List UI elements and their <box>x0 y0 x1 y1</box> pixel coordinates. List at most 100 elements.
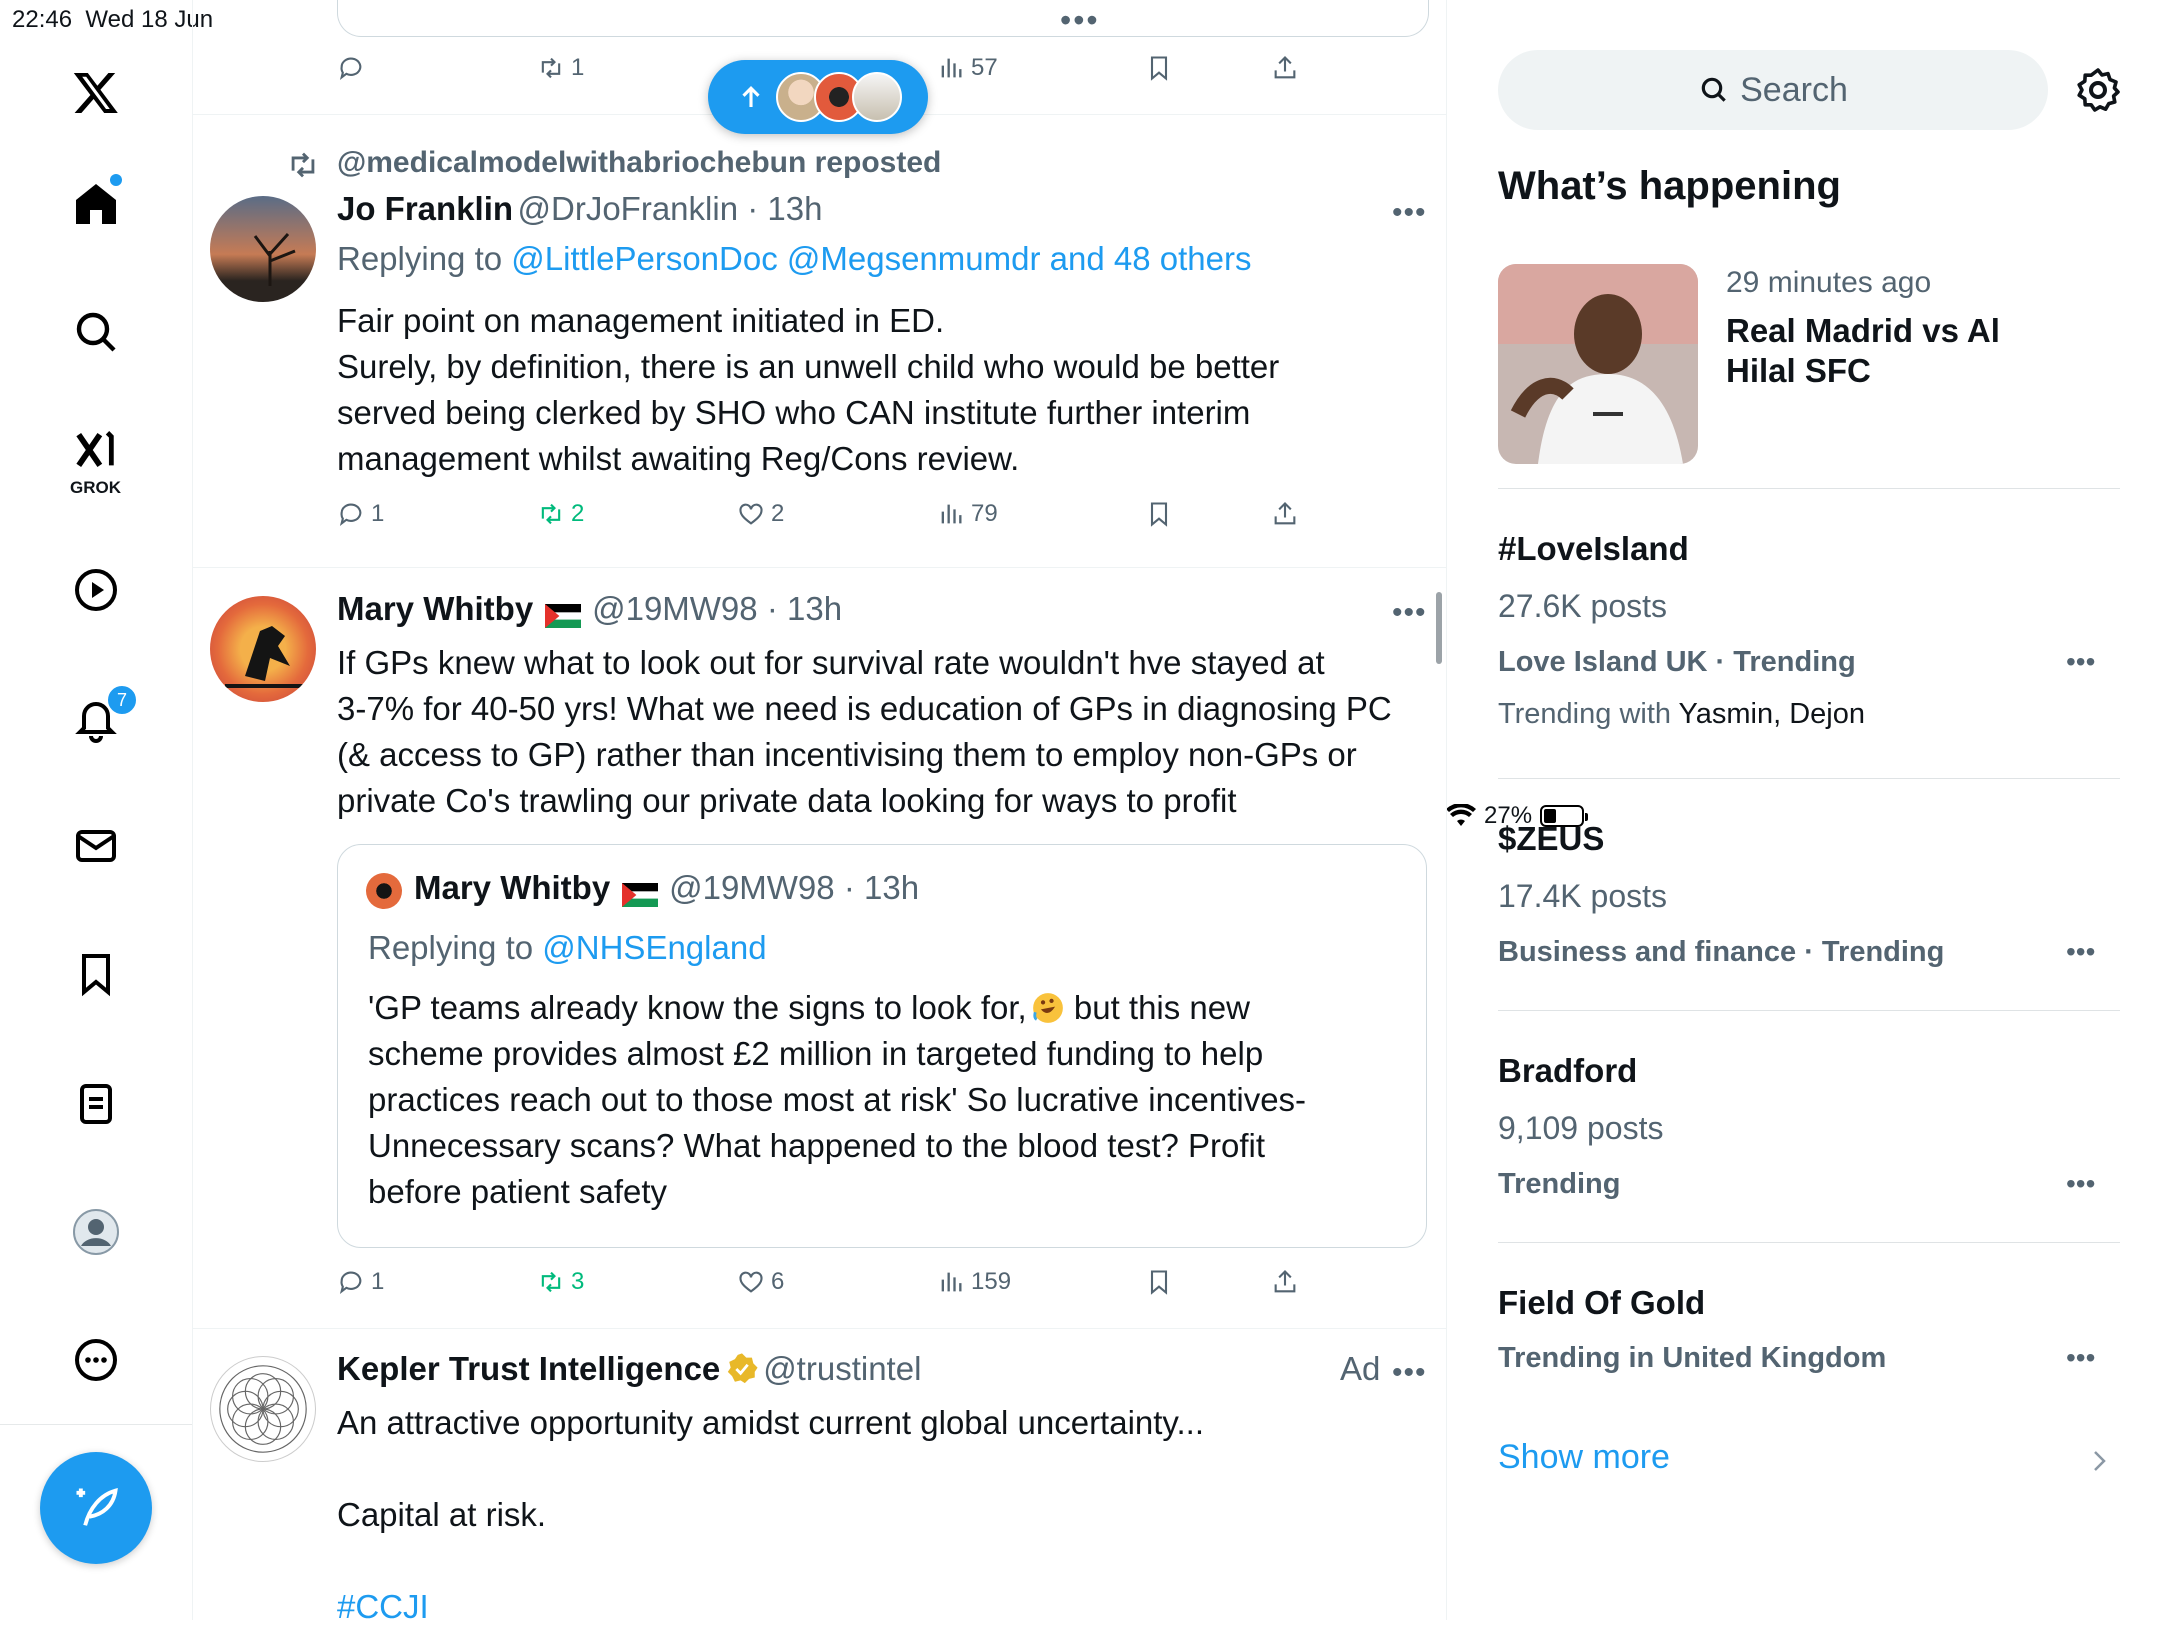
trend-divider <box>1498 778 2120 779</box>
post-more-icon[interactable]: ••• <box>1392 196 1427 230</box>
post-header: Jo Franklin @DrJoFranklin · 13h <box>337 190 823 227</box>
jo-franklin-avatar[interactable] <box>210 196 316 302</box>
share-button[interactable] <box>1271 500 1299 528</box>
share-button[interactable] <box>1271 1268 1299 1296</box>
settings-gear-icon[interactable] <box>2074 66 2124 116</box>
compose-post-button[interactable] <box>40 1452 152 1564</box>
show-more-link[interactable]: Show more <box>1498 1438 1670 1477</box>
trend-divider <box>1498 488 2120 489</box>
trend-name: #LoveIsland <box>1498 530 1689 567</box>
quoted-post-header: Mary Whitby @19MW98 · 13h <box>414 869 920 907</box>
trend-more-icon[interactable]: ••• <box>2066 646 2095 678</box>
trend-name: Bradford <box>1498 1052 1638 1089</box>
post-header: Kepler Trust Intelligence @trustintel <box>337 1350 921 1388</box>
views-chart-icon <box>941 504 962 524</box>
hashtag-link[interactable]: #CCJI <box>337 1588 429 1620</box>
bookmarks-icon[interactable] <box>66 944 126 1004</box>
views-button[interactable]: 79 <box>937 500 998 528</box>
like-button[interactable]: 6 <box>737 1268 784 1296</box>
ad-label: Ad <box>1340 1350 1381 1387</box>
mary-whitby-avatar[interactable] <box>210 596 316 702</box>
like-button[interactable]: 2 <box>737 500 784 528</box>
author-handle[interactable]: @trustintel <box>763 1350 921 1387</box>
bookmark-button[interactable] <box>1145 500 1173 528</box>
retweet-icon <box>541 57 561 79</box>
home-icon[interactable] <box>66 174 126 234</box>
repost-icon <box>291 152 315 178</box>
quoted-post[interactable]: Mary Whitby @19MW98 · 13h Replying to @N… <box>337 844 1427 1248</box>
trend-more-icon[interactable]: ••• <box>2066 936 2095 968</box>
author-handle[interactable]: @DrJoFranklin <box>518 190 739 227</box>
new-posts-pill[interactable] <box>708 60 928 134</box>
quoted-author-avatar <box>366 873 402 909</box>
retweet-button[interactable]: 1 <box>537 54 584 82</box>
quoted-replying-to-link[interactable]: @NHSEngland <box>542 929 766 966</box>
reply-button[interactable] <box>337 54 365 82</box>
retweet-button[interactable]: 2 <box>537 500 584 528</box>
explore-search-icon[interactable] <box>66 302 126 362</box>
author-handle[interactable]: @19MW98 <box>592 590 758 627</box>
post-time[interactable]: 13h <box>787 590 842 627</box>
featured-trend-time: 29 minutes ago <box>1726 266 1932 299</box>
notifications-badge: 7 <box>106 684 138 716</box>
trend-more-icon[interactable]: ••• <box>2066 1342 2095 1374</box>
notifications-bell-icon[interactable]: 7 <box>66 684 138 750</box>
trend-divider <box>1498 1010 2120 1011</box>
x-logo-icon[interactable] <box>66 62 126 122</box>
quoted-replying-to: Replying to @NHSEngland <box>368 929 767 966</box>
author-name[interactable]: Kepler Trust Intelligence <box>337 1350 720 1387</box>
whats-happening-heading: What’s happening <box>1498 164 1841 208</box>
post-time[interactable]: 13h <box>767 190 822 227</box>
bookmark-button[interactable] <box>1145 1268 1173 1296</box>
profile-avatar-icon[interactable] <box>66 1202 126 1262</box>
views-button[interactable]: 159 <box>937 1268 1011 1296</box>
quoted-post-time: 13h <box>863 869 920 906</box>
post-actions: 1 3 6 159 <box>337 1268 1337 1308</box>
post-more-icon[interactable]: ••• <box>1392 1356 1427 1390</box>
heart-icon <box>739 503 763 525</box>
lists-icon[interactable] <box>66 1074 126 1134</box>
kepler-avatar[interactable] <box>210 1356 316 1462</box>
video-play-icon[interactable] <box>66 560 126 620</box>
replying-to-links[interactable]: @LittlePersonDoc @Megsenmumdr and 48 oth… <box>511 240 1251 277</box>
retweet-button[interactable]: 3 <box>537 1268 584 1296</box>
more-options-icon[interactable] <box>66 1330 126 1390</box>
previous-post-more-icon[interactable]: ••• <box>1060 2 1100 39</box>
trend-name: $ZEUS <box>1498 820 1605 857</box>
post-header: Mary Whitby @19MW98 · 13h <box>337 590 843 628</box>
timeline-feed: ••• 1 57 @medicalmodelwithabriochebun re… <box>192 0 1447 1620</box>
author-name[interactable]: Mary Whitby <box>337 590 533 627</box>
feed-scrollbar[interactable] <box>1436 592 1442 664</box>
previous-post-card[interactable] <box>337 0 1429 37</box>
palestine-flag-icon <box>544 603 581 628</box>
replying-to: Replying to @LittlePersonDoc @Megsenmumd… <box>337 240 1252 277</box>
chevron-right-icon[interactable] <box>2088 1446 2112 1476</box>
bookmark-icon <box>1150 502 1168 527</box>
messages-envelope-icon[interactable] <box>66 816 126 876</box>
post-more-icon[interactable]: ••• <box>1392 596 1427 630</box>
author-name[interactable]: Jo Franklin <box>337 190 513 227</box>
home-unread-dot <box>110 174 122 186</box>
trend-posts: 9,109 posts <box>1498 1110 1664 1146</box>
search-placeholder: Search <box>1740 70 1848 109</box>
grok-icon[interactable] <box>66 420 126 480</box>
reply-button[interactable]: 1 <box>337 1268 384 1296</box>
views-chart-icon <box>941 1272 962 1292</box>
retweet-icon <box>541 1271 561 1293</box>
post-actions: 1 2 2 79 <box>337 500 1337 540</box>
featured-trend-image <box>1498 264 1698 464</box>
bookmark-button[interactable] <box>1145 54 1173 82</box>
trend-more-icon[interactable]: ••• <box>2066 1168 2095 1200</box>
post-text: If GPs knew what to look out for surviva… <box>337 644 1392 819</box>
left-navigation: GROK 7 <box>0 0 193 1620</box>
views-button[interactable]: 57 <box>937 54 998 82</box>
right-sidebar: Search What’s happening 29 minutes ago R… <box>1446 0 2160 1620</box>
reply-icon <box>339 57 362 80</box>
trend-posts: 27.6K posts <box>1498 588 1667 624</box>
search-input[interactable]: Search <box>1498 50 2048 130</box>
share-button[interactable] <box>1271 54 1299 82</box>
reply-icon <box>339 1271 362 1294</box>
reply-button[interactable]: 1 <box>337 500 384 528</box>
post-divider <box>192 1328 1446 1329</box>
trend-meta: Business and finance · Trending <box>1498 936 1945 968</box>
